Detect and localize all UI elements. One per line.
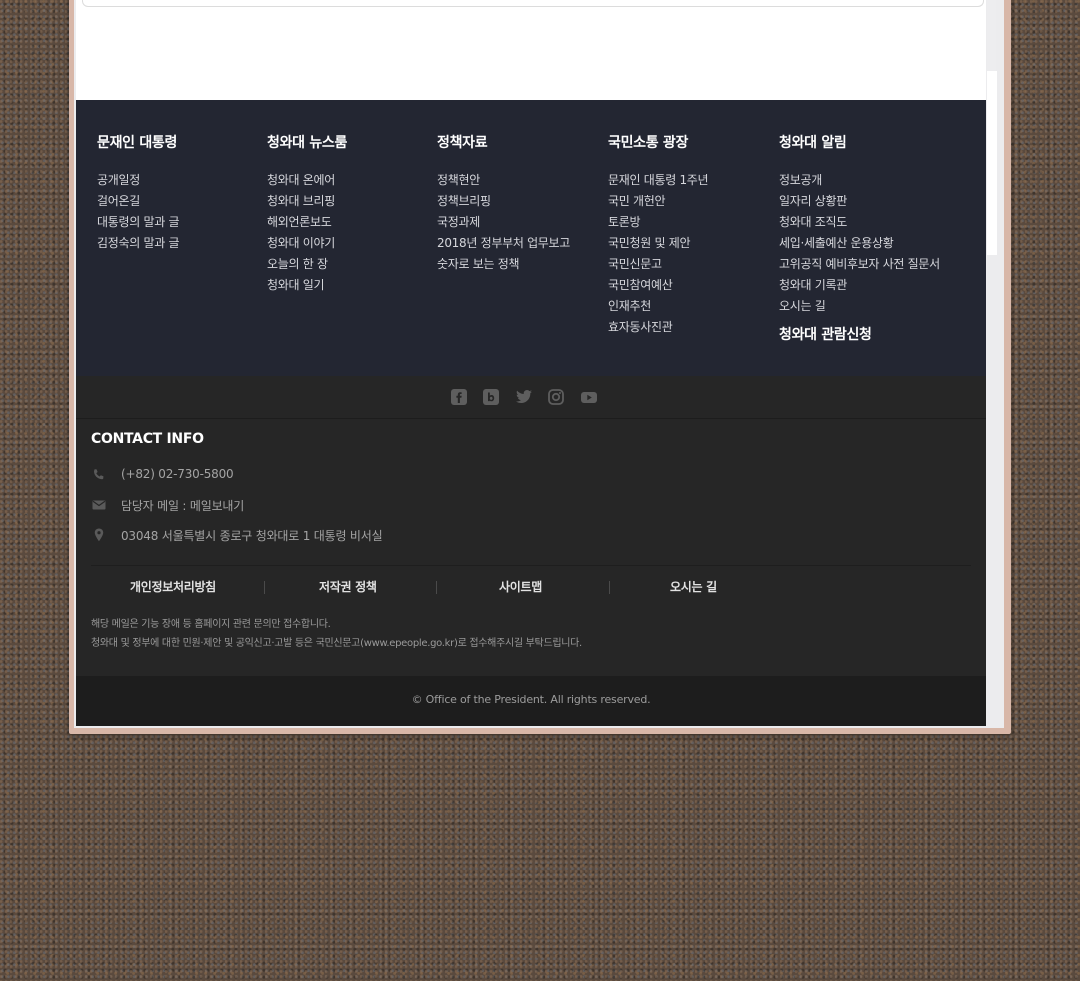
sitemap-column-title[interactable]: 청와대 뉴스룸 xyxy=(267,132,347,152)
link-separator xyxy=(264,581,265,594)
sitemap-column-newsroom: 청와대 뉴스룸 청와대 온에어 청와대 브리핑 해외언론보도 청와대 이야기 오… xyxy=(267,132,347,296)
contact-email[interactable]: 담당자 메일 : 메일보내기 xyxy=(121,497,244,514)
instagram-icon[interactable] xyxy=(548,389,564,409)
sitemap-column-title[interactable]: 정책자료 xyxy=(437,132,570,152)
sitemap-link[interactable]: 숫자로 보는 정책 xyxy=(437,254,570,275)
tour-application-link[interactable]: 청와대 관람신청 xyxy=(779,324,940,344)
sitemap-link[interactable]: 정책브리핑 xyxy=(437,191,570,212)
blog-icon[interactable] xyxy=(483,389,499,409)
sitemap-link[interactable]: 국민 개헌안 xyxy=(608,191,708,212)
sitemap-link[interactable]: 대통령의 말과 글 xyxy=(97,212,180,233)
sitemap-link[interactable]: 일자리 상황판 xyxy=(779,191,940,212)
sitemap-link[interactable]: 국민신문고 xyxy=(608,254,708,275)
footer-sitemap: 문재인 대통령 공개일정 걸어온길 대통령의 말과 글 김정숙의 말과 글 청와… xyxy=(76,100,986,376)
sitemap-link[interactable]: 국정과제 xyxy=(437,212,570,233)
copyright-policy-link[interactable]: 저작권 정책 xyxy=(319,578,377,595)
footer-policy-links: 개인정보처리방침 저작권 정책 사이트맵 오시는 길 xyxy=(91,578,971,596)
sitemap-link[interactable]: 오시는 길 xyxy=(779,296,940,317)
directions-link[interactable]: 오시는 길 xyxy=(670,578,717,595)
sitemap-link[interactable]: 공개일정 xyxy=(97,170,179,191)
link-separator xyxy=(609,581,610,594)
sitemap-link[interactable]: 문재인 대통령 1주년 xyxy=(608,170,709,191)
sitemap-column-title[interactable]: 청와대 알림 xyxy=(779,132,940,152)
facebook-icon[interactable] xyxy=(451,389,467,409)
contact-address: 03048 서울특별시 종로구 청와대로 1 대통령 비서실 xyxy=(121,529,383,543)
sitemap-link[interactable]: 청와대 온에어 xyxy=(267,170,347,191)
sitemap-link[interactable]: 인재추천 xyxy=(608,296,708,317)
right-side-panel xyxy=(987,71,997,255)
sitemap-link[interactable]: 청와대 이야기 xyxy=(267,233,347,254)
sitemap-link[interactable]: 효자동사진관 xyxy=(608,317,708,338)
sitemap-link[interactable]: 청와대 조직도 xyxy=(779,212,940,233)
sitemap-link[interactable]: 청와대 브리핑 xyxy=(267,191,347,212)
sitemap-column-communication: 국민소통 광장 문재인 대통령 1주년 국민 개헌안 토론방 국민청원 및 제안… xyxy=(608,132,709,338)
footer-notice: 해당 메일은 기능 장애 등 홈페이지 관련 문의만 접수합니다. xyxy=(91,619,331,630)
sitemap-link[interactable]: 2018년 정부부처 업무보고 xyxy=(437,233,570,254)
link-separator xyxy=(436,581,437,594)
social-links-bar xyxy=(76,376,986,419)
sitemap-link[interactable]: 청와대 기록관 xyxy=(779,275,940,296)
sitemap-link[interactable]: 국민참여예산 xyxy=(608,275,708,296)
page-content: 문재인 대통령 공개일정 걸어온길 대통령의 말과 글 김정숙의 말과 글 청와… xyxy=(76,0,986,726)
sitemap-link[interactable]: 해외언론보도 xyxy=(267,212,347,233)
sitemap-link[interactable]: 정책현안 xyxy=(437,170,570,191)
contact-phone: (+82) 02-730-5800 xyxy=(121,467,234,481)
sitemap-column-title[interactable]: 국민소통 광장 xyxy=(608,132,708,152)
browser-window-frame: 문재인 대통령 공개일정 걸어온길 대통령의 말과 글 김정숙의 말과 글 청와… xyxy=(69,0,1011,734)
sitemap-column-policy: 정책자료 정책현안 정책브리핑 국정과제 2018년 정부부처 업무보고 숫자로… xyxy=(437,132,570,275)
sitemap-link[interactable]: 김정숙의 말과 글 xyxy=(97,233,180,254)
contact-title: CONTACT INFO xyxy=(91,431,204,447)
envelope-icon xyxy=(91,497,107,513)
footer-notice: 청와대 및 정부에 대한 민원·제안 및 공익신고·고발 등은 국민신문고(ww… xyxy=(91,638,582,649)
footer-divider xyxy=(91,565,971,566)
browser-viewport: 문재인 대통령 공개일정 걸어온길 대통령의 말과 글 김정숙의 말과 글 청와… xyxy=(74,0,1004,728)
content-card-bottom-edge xyxy=(82,0,984,7)
sitemap-link[interactable]: 세입·세출예산 운용상황 xyxy=(779,233,940,254)
contact-info-section: CONTACT INFO (+82) 02-730-5800 담당자 메일 : … xyxy=(76,419,986,676)
sitemap-link[interactable]: 고위공직 예비후보자 사전 질문서 xyxy=(779,254,940,275)
copyright-text: © Office of the President. All rights re… xyxy=(411,693,651,706)
twitter-icon[interactable] xyxy=(515,389,533,409)
phone-icon xyxy=(91,467,107,483)
copyright-bar: © Office of the President. All rights re… xyxy=(76,676,986,726)
sitemap-link[interactable]: 오늘의 한 장 xyxy=(267,254,347,275)
sitemap-link[interactable]: 걸어온길 xyxy=(97,191,179,212)
sitemap-link[interactable]: 사이트맵 xyxy=(499,578,542,595)
sitemap-link[interactable]: 국민청원 및 제안 xyxy=(608,233,708,254)
sitemap-link[interactable]: 토론방 xyxy=(608,212,708,233)
sitemap-column-title[interactable]: 문재인 대통령 xyxy=(97,132,179,152)
page-scrollbar[interactable] xyxy=(987,0,996,71)
map-pin-icon xyxy=(91,527,107,543)
sitemap-link[interactable]: 청와대 일기 xyxy=(267,275,347,296)
privacy-policy-link[interactable]: 개인정보처리방침 xyxy=(130,578,216,595)
sitemap-column-president: 문재인 대통령 공개일정 걸어온길 대통령의 말과 글 김정숙의 말과 글 xyxy=(97,132,180,254)
youtube-icon[interactable] xyxy=(580,389,598,409)
sitemap-column-notice: 청와대 알림 정보공개 일자리 상황판 청와대 조직도 세입·세출예산 운용상황… xyxy=(779,132,940,344)
sitemap-link[interactable]: 정보공개 xyxy=(779,170,940,191)
